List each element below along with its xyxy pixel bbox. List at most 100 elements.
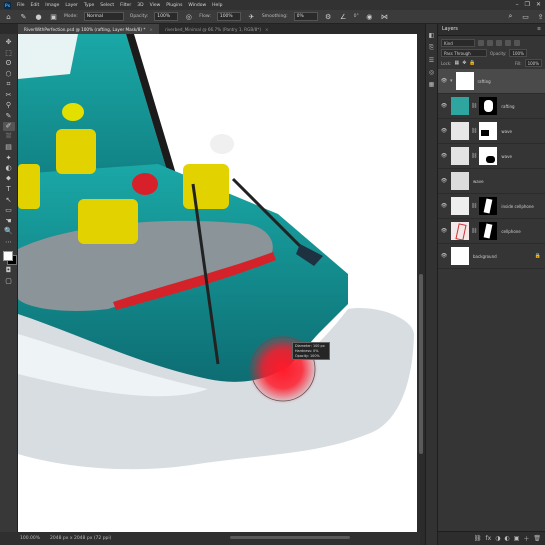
layer-row[interactable]: 👁 ⛓ wave xyxy=(438,144,545,169)
layer-mask-thumbnail[interactable] xyxy=(479,197,498,215)
document-canvas[interactable] xyxy=(18,34,417,532)
crop-tool-icon[interactable]: ⌗ xyxy=(3,80,15,89)
edit-toolbar-icon[interactable]: ⋯ xyxy=(3,238,15,247)
visibility-eye-icon[interactable]: 👁 xyxy=(440,78,448,84)
add-style-icon[interactable]: fx xyxy=(486,535,492,542)
menu-layer[interactable]: Layer xyxy=(65,3,78,8)
menu-view[interactable]: View xyxy=(150,3,161,8)
menu-type[interactable]: Type xyxy=(84,3,94,8)
home-icon[interactable]: ⌂ xyxy=(4,12,13,21)
lock-all-icon[interactable]: 🔒 xyxy=(469,60,475,66)
lock-position-icon[interactable]: ✥ xyxy=(462,60,466,66)
lasso-tool-icon[interactable]: ʘ xyxy=(3,59,15,68)
visibility-eye-icon[interactable]: 👁 xyxy=(440,128,448,134)
brush-size-icon[interactable]: ● xyxy=(34,12,43,21)
visibility-eye-icon[interactable]: 👁 xyxy=(440,103,448,109)
menu-plugins[interactable]: Plugins xyxy=(166,3,182,8)
history-brush-tool-icon[interactable]: ▤ xyxy=(3,143,15,152)
add-mask-icon[interactable]: ◑ xyxy=(495,535,500,542)
angle-value[interactable]: 0° xyxy=(354,14,359,19)
layer-row[interactable]: 👁 ⛓ inside cellphone xyxy=(438,194,545,219)
blend-mode-select[interactable]: Pass Through xyxy=(441,49,487,57)
horizontal-scroll-thumb[interactable] xyxy=(230,536,350,539)
clone-stamp-tool-icon[interactable]: ⛆ xyxy=(3,132,15,142)
symmetry-icon[interactable]: ⋈ xyxy=(380,12,389,21)
menu-edit[interactable]: Edit xyxy=(31,3,40,8)
layer-name[interactable]: wave xyxy=(501,154,512,159)
adjustments-panel-icon[interactable]: ⎘ xyxy=(429,44,434,52)
tab-document-active[interactable]: RiverWithPerfection.psd @ 100% (rafting,… xyxy=(18,24,159,34)
brush-tool-preset-icon[interactable]: ✎ xyxy=(19,12,28,21)
filter-shape-icon[interactable] xyxy=(505,40,511,46)
layers-panel-title[interactable]: Layers xyxy=(442,27,458,32)
layer-name[interactable]: cellphone xyxy=(501,229,520,234)
layer-row[interactable]: 👁 background 🔒 xyxy=(438,244,545,269)
brush-tool-icon[interactable]: ✐ xyxy=(2,122,15,131)
tab-document-inactive[interactable]: riverbed_Minimal @ 66.7% (Pantry 1, RGB/… xyxy=(158,24,275,34)
brush-settings-icon[interactable]: ▣ xyxy=(49,12,58,21)
tab-close-icon[interactable]: × xyxy=(265,27,269,32)
visibility-eye-icon[interactable]: 👁 xyxy=(440,178,448,184)
menu-window[interactable]: Window xyxy=(188,3,206,8)
link-layers-icon[interactable]: ⛓ xyxy=(474,535,482,542)
close-button[interactable]: ✕ xyxy=(536,1,541,8)
layer-mask-thumbnail[interactable] xyxy=(479,122,498,140)
visibility-eye-icon[interactable]: 👁 xyxy=(440,153,448,159)
layer-row[interactable]: 👁 wave xyxy=(438,169,545,194)
link-chain-icon[interactable]: ⛓ xyxy=(471,153,477,159)
mode-select[interactable]: Normal xyxy=(83,12,124,21)
path-selection-tool-icon[interactable]: ↖ xyxy=(3,196,15,205)
pressure-size-icon[interactable]: ◉ xyxy=(365,12,374,21)
move-tool-icon[interactable]: ✥ xyxy=(3,38,15,47)
filter-smart-object-icon[interactable] xyxy=(514,40,520,46)
layer-mask-thumbnail[interactable] xyxy=(479,147,498,165)
opacity-field[interactable]: 100% xyxy=(154,12,179,21)
swatches-panel-icon[interactable]: ▦ xyxy=(429,81,435,88)
restore-button[interactable]: ❐ xyxy=(525,1,530,8)
eraser-tool-icon[interactable]: ✦ xyxy=(3,154,15,163)
smoothing-field[interactable]: 0% xyxy=(293,12,318,21)
color-panel-icon[interactable]: ◎ xyxy=(429,69,434,76)
menu-filter[interactable]: Filter xyxy=(120,3,131,8)
flow-field[interactable]: 100% xyxy=(216,12,241,21)
filter-type-icon[interactable] xyxy=(496,40,502,46)
link-chain-icon[interactable]: ⛓ xyxy=(471,128,477,134)
photoshop-logo[interactable]: Ps xyxy=(4,1,11,9)
panel-menu-icon[interactable]: ≡ xyxy=(537,27,541,32)
visibility-eye-icon[interactable]: 👁 xyxy=(440,253,448,259)
link-chain-icon[interactable]: ⛓ xyxy=(471,228,477,234)
object-select-tool-icon[interactable]: ⬡ xyxy=(3,70,15,79)
layer-name[interactable]: rafting xyxy=(478,79,491,84)
properties-panel-icon[interactable]: ◧ xyxy=(429,32,435,39)
tab-close-icon[interactable]: × xyxy=(149,27,153,32)
link-chain-icon[interactable]: ⛓ xyxy=(471,103,477,109)
foreground-color-swatch[interactable] xyxy=(2,251,13,261)
frame-tool-icon[interactable]: ✂ xyxy=(3,91,15,100)
filter-kind-select[interactable]: Kind xyxy=(441,39,475,47)
layer-name[interactable]: inside cellphone xyxy=(501,204,534,209)
layer-mask-thumbnail[interactable] xyxy=(479,222,498,240)
screen-mode-icon[interactable]: ▢ xyxy=(3,277,15,286)
filter-adjustment-icon[interactable] xyxy=(487,40,493,46)
menu-help[interactable]: Help xyxy=(212,3,222,8)
airbrush-icon[interactable]: ✈ xyxy=(247,12,256,21)
zoom-tool-icon[interactable]: 🔍 xyxy=(3,227,15,236)
layer-row[interactable]: 👁 ⛓ rafting xyxy=(438,94,545,119)
gradient-tool-icon[interactable]: ◐ xyxy=(3,164,15,173)
minimize-button[interactable]: – xyxy=(516,1,519,8)
healing-brush-tool-icon[interactable]: ✎ xyxy=(3,112,15,121)
filter-pixel-icon[interactable] xyxy=(478,40,484,46)
new-group-icon[interactable]: ▣ xyxy=(514,535,520,542)
vertical-scrollbar[interactable] xyxy=(417,34,425,532)
dodge-tool-icon[interactable]: ⬥ xyxy=(3,174,15,184)
zoom-level[interactable]: 100.00% xyxy=(20,536,40,541)
vertical-scroll-thumb[interactable] xyxy=(419,274,423,454)
menu-file[interactable]: File xyxy=(17,3,25,8)
layer-opacity-field[interactable]: 100% xyxy=(509,49,527,57)
layer-row[interactable]: 👁 ▾ rafting xyxy=(438,69,545,94)
libraries-panel-icon[interactable]: ☰ xyxy=(429,57,434,64)
visibility-eye-icon[interactable]: 👁 xyxy=(440,203,448,209)
layer-mask-thumbnail[interactable] xyxy=(479,97,498,115)
menu-3d[interactable]: 3D xyxy=(137,3,143,8)
quick-mask-icon[interactable]: ◘ xyxy=(3,266,15,275)
